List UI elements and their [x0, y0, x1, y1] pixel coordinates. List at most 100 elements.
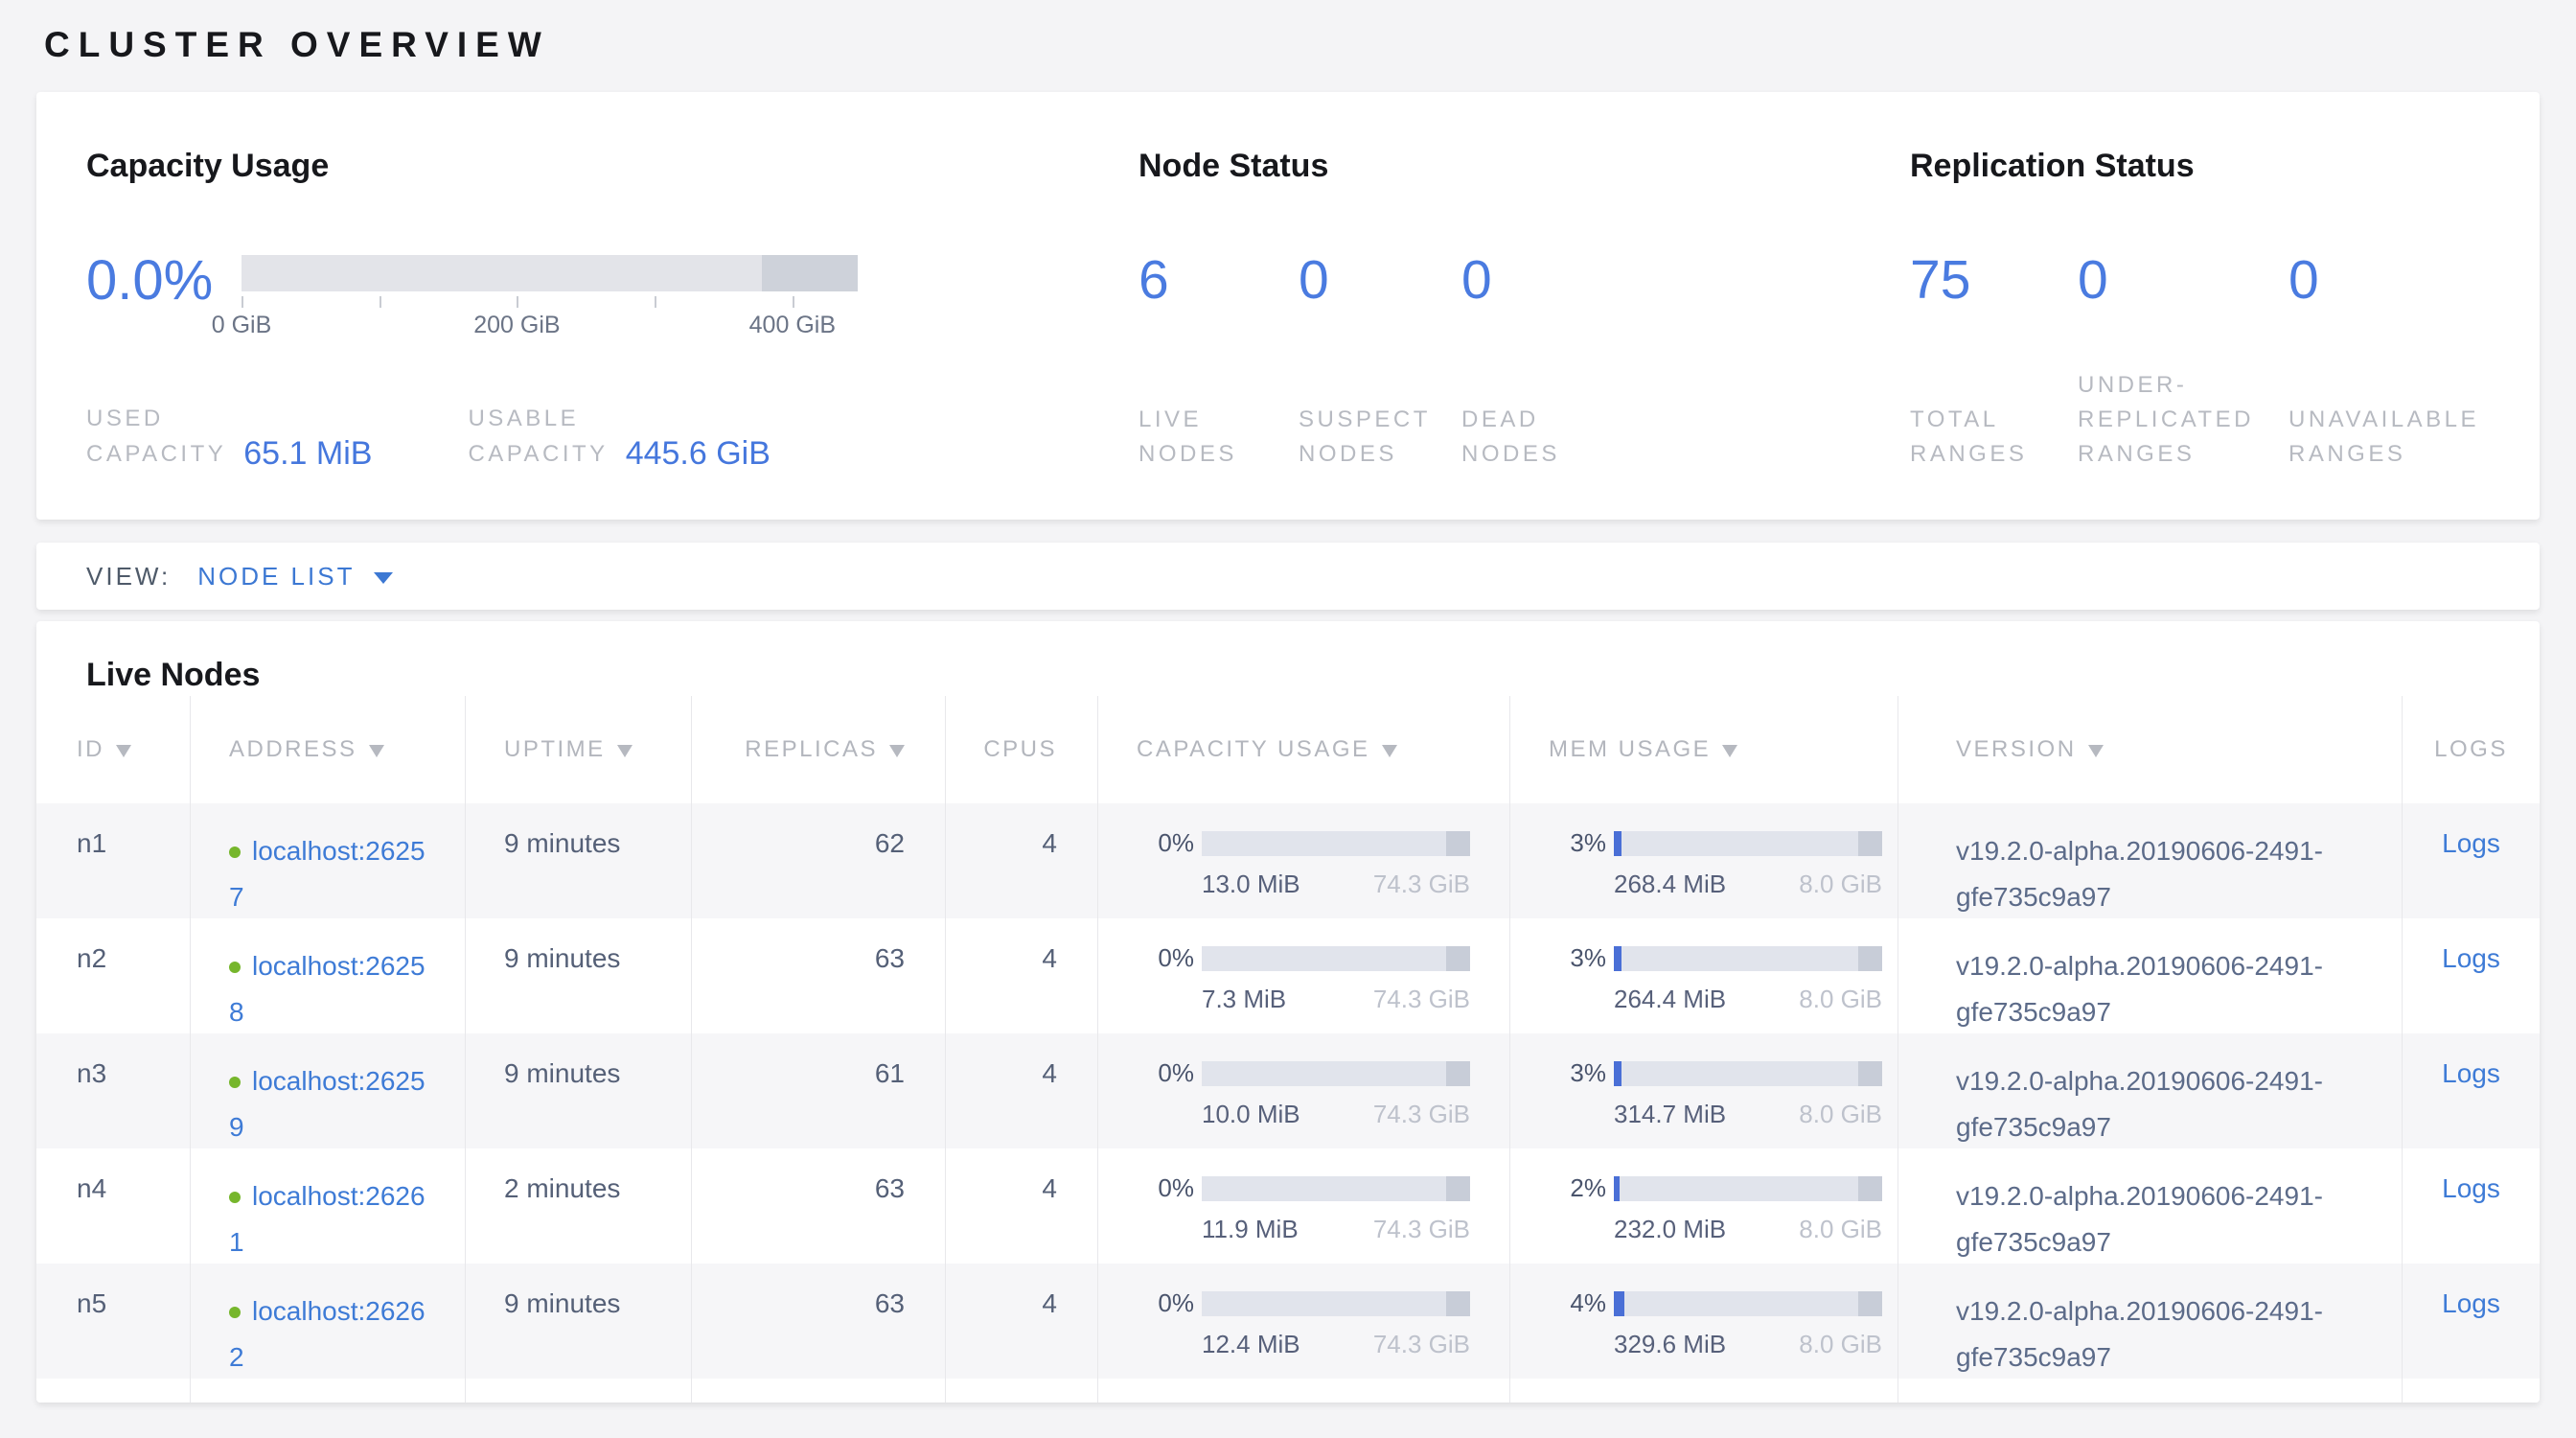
node-address-link[interactable]: localhost:26261 — [229, 1181, 426, 1257]
capacity-usage-bar — [1202, 1291, 1470, 1316]
mem-usage-bar — [1614, 946, 1882, 971]
capacity-usage-bar — [1202, 831, 1470, 856]
stat-label: UNDER- REPLICATED RANGES — [2078, 368, 2288, 472]
cell-uptime: 9 minutes — [465, 803, 691, 918]
stat-label: SUSPECT NODES — [1299, 403, 1461, 472]
capacity-used-value: 10.0 MiB — [1202, 1100, 1300, 1129]
mem-bar-fill — [1614, 1176, 1620, 1201]
column-header-label: VERSION — [1956, 736, 2077, 763]
column-header[interactable]: CPUS — [945, 696, 1097, 803]
replication-status-heading: Replication Status — [1910, 146, 2490, 186]
capacity-used-value: 12.4 MiB — [1202, 1330, 1300, 1359]
mem-total-value: 8.0 GiB — [1799, 1100, 1882, 1129]
cell-replicas: 61 — [691, 1033, 945, 1148]
cell-node-id: n1 — [36, 803, 190, 918]
cell-version: v19.2.0-alpha.20190606-2491-gfe735c9a97 — [1898, 918, 2402, 1033]
cell-address: localhost:26258 — [190, 918, 465, 1033]
cell-logs: Logs — [2402, 1264, 2540, 1379]
mem-bar-fill — [1614, 1291, 1624, 1316]
capacity-gauge-axis: 0 GiB 200 GiB 400 GiB — [242, 312, 858, 342]
logs-link[interactable]: Logs — [2442, 1288, 2500, 1319]
node-status-stat: 6 LIVE NODES — [1138, 253, 1299, 472]
capacity-bar-end-segment — [1446, 1061, 1470, 1086]
column-header[interactable]: LOGS — [2402, 696, 2540, 803]
node-live-dot — [229, 962, 241, 973]
cell-uptime: 2 minutes — [465, 1148, 691, 1264]
table-body: n1 localhost:26257 9 minutes 62 4 0% — [36, 803, 2540, 1379]
sort-arrow-icon — [2088, 745, 2104, 757]
capacity-stat-value: 445.6 GiB — [626, 437, 770, 472]
mem-usage-bar — [1614, 1176, 1882, 1201]
column-header[interactable]: UPTIME — [465, 696, 691, 803]
cell-cpus: 4 — [945, 918, 1097, 1033]
capacity-percent-label: 0% — [1137, 1173, 1194, 1203]
chevron-down-icon — [374, 572, 393, 584]
view-bar: VIEW: NODE LIST — [36, 543, 2540, 610]
column-header[interactable]: ADDRESS — [190, 696, 465, 803]
node-status-heading: Node Status — [1138, 146, 1910, 186]
replication-stat: 75 TOTAL RANGES — [1910, 253, 2078, 472]
capacity-bar-end-segment — [1446, 1176, 1470, 1201]
capacity-total-value: 74.3 GiB — [1373, 1215, 1470, 1244]
column-header[interactable]: CAPACITY USAGE — [1097, 696, 1509, 803]
capacity-total-value: 74.3 GiB — [1373, 870, 1470, 899]
cell-replicas: 63 — [691, 918, 945, 1033]
capacity-bar-end-segment — [1446, 1291, 1470, 1316]
sort-arrow-icon — [1382, 745, 1397, 757]
replication-stat: 0 UNDER- REPLICATED RANGES — [2078, 253, 2288, 472]
logs-link[interactable]: Logs — [2442, 828, 2500, 859]
logs-link[interactable]: Logs — [2442, 1173, 2500, 1204]
cell-uptime: 9 minutes — [465, 1264, 691, 1379]
cell-mem-usage: 2% 232.0 MiB 8.0 GiB — [1509, 1148, 1898, 1264]
column-header[interactable]: VERSION — [1898, 696, 2402, 803]
mem-total-value: 8.0 GiB — [1799, 1215, 1882, 1244]
sort-arrow-icon — [889, 745, 905, 757]
logs-link[interactable]: Logs — [2442, 943, 2500, 974]
node-address-link[interactable]: localhost:26258 — [229, 951, 426, 1027]
stat-value: 75 — [1910, 253, 2078, 308]
capacity-percent-value: 0.0% — [86, 253, 242, 309]
node-live-dot — [229, 1192, 241, 1203]
node-address-link[interactable]: localhost:26262 — [229, 1296, 426, 1372]
capacity-bar-end-segment — [1446, 946, 1470, 971]
mem-bar-fill — [1614, 831, 1622, 856]
column-header[interactable]: REPLICAS — [691, 696, 945, 803]
cell-mem-usage: 3% 314.7 MiB 8.0 GiB — [1509, 1033, 1898, 1148]
table-row: n3 localhost:26259 9 minutes 61 4 0% — [36, 1033, 2540, 1148]
capacity-usage-heading: Capacity Usage — [86, 146, 1138, 186]
mem-bar-end-segment — [1858, 831, 1882, 856]
mem-used-value: 264.4 MiB — [1614, 985, 1726, 1014]
column-header-label: CPUS — [983, 736, 1057, 763]
mem-bar-end-segment — [1858, 1176, 1882, 1201]
cell-address: localhost:26261 — [190, 1148, 465, 1264]
capacity-usage-bar — [1202, 1176, 1470, 1201]
cell-replicas: 63 — [691, 1148, 945, 1264]
cell-address: localhost:26262 — [190, 1264, 465, 1379]
view-label: VIEW: — [86, 562, 171, 591]
axis-tick-label: 200 GiB — [473, 312, 560, 339]
view-selector-dropdown[interactable]: NODE LIST — [197, 562, 393, 591]
capacity-used-value: 11.9 MiB — [1202, 1215, 1299, 1244]
stat-value: 0 — [1461, 253, 1560, 308]
mem-total-value: 8.0 GiB — [1799, 1330, 1882, 1359]
sort-arrow-icon — [1722, 745, 1737, 757]
node-address-link[interactable]: localhost:26257 — [229, 836, 426, 912]
mem-bar-fill — [1614, 1061, 1622, 1086]
capacity-percent-label: 0% — [1137, 828, 1194, 858]
view-selected-value[interactable]: NODE LIST — [197, 562, 355, 591]
logs-link[interactable]: Logs — [2442, 1058, 2500, 1089]
stat-value: 0 — [2288, 253, 2479, 308]
column-header[interactable]: MEM USAGE — [1509, 696, 1898, 803]
column-header[interactable]: ID — [36, 696, 190, 803]
cell-capacity-usage: 0% 11.9 MiB 74.3 GiB — [1097, 1148, 1509, 1264]
cell-address: localhost:26257 — [190, 803, 465, 918]
cell-node-id: n4 — [36, 1148, 190, 1264]
sort-arrow-icon — [617, 745, 632, 757]
capacity-bar-end-segment — [1446, 831, 1470, 856]
node-address-link[interactable]: localhost:26259 — [229, 1066, 426, 1142]
mem-bar-end-segment — [1858, 1291, 1882, 1316]
node-status-stat: 0 DEAD NODES — [1461, 253, 1560, 472]
capacity-total-value: 74.3 GiB — [1373, 985, 1470, 1014]
capacity-usage-section: Capacity Usage 0.0% 0 GiB 200 GiB — [86, 146, 1138, 472]
cell-capacity-usage: 0% 7.3 MiB 74.3 GiB — [1097, 918, 1509, 1033]
